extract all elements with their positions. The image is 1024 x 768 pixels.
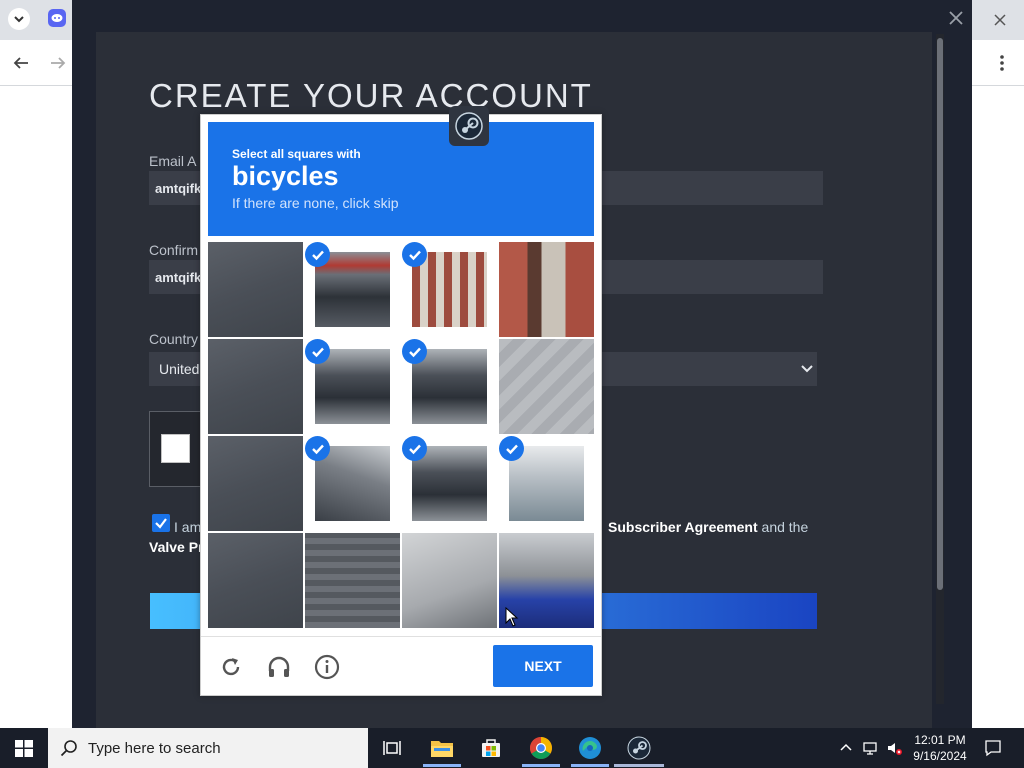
- info-icon[interactable]: [314, 654, 340, 680]
- folder-icon: [431, 741, 453, 757]
- chrome-icon: [530, 737, 552, 759]
- captcha-tile[interactable]: [305, 242, 400, 337]
- chevron-down-icon: [14, 16, 24, 23]
- privacy-policy-link[interactable]: Valve Pr: [149, 539, 204, 555]
- search-icon: [60, 740, 77, 757]
- back-arrow-icon[interactable]: [12, 54, 30, 72]
- tile-selected-check-icon: [499, 436, 524, 461]
- captcha-tile-image: [402, 533, 497, 628]
- clock-time: 12:01 PM: [914, 733, 966, 747]
- notification-icon[interactable]: [984, 739, 1002, 757]
- task-view-icon: [383, 741, 401, 755]
- headphones-icon[interactable]: [266, 654, 292, 680]
- chevron-up-icon[interactable]: [838, 740, 854, 756]
- close-dialog-icon[interactable]: [946, 8, 966, 28]
- steam-icon: [455, 112, 483, 140]
- agree-checkbox[interactable]: [152, 514, 170, 532]
- running-indicator: [571, 764, 609, 767]
- scrollbar-thumb[interactable]: [937, 38, 943, 590]
- captcha-tile[interactable]: [499, 242, 594, 337]
- captcha-tile[interactable]: [402, 533, 497, 628]
- captcha-tile-image: [208, 533, 303, 628]
- windows-start-icon[interactable]: [15, 740, 33, 757]
- captcha-tile[interactable]: [499, 339, 594, 434]
- edge-button[interactable]: [576, 734, 604, 762]
- microsoft-store-button[interactable]: [477, 734, 505, 762]
- agree-text-end: Subscriber Agreement and the: [608, 519, 808, 535]
- captcha-tile[interactable]: [305, 436, 400, 531]
- captcha-hint: If there are none, click skip: [232, 195, 399, 211]
- steam-logo: [449, 106, 489, 146]
- captcha-tile[interactable]: [208, 436, 303, 531]
- page-title: CREATE YOUR ACCOUNT: [149, 77, 593, 114]
- captcha-header: Select all squares with bicycles If ther…: [208, 122, 594, 236]
- clock-date: 9/16/2024: [913, 749, 967, 763]
- more-menu-icon[interactable]: [996, 53, 1008, 73]
- chevron-down-icon: [801, 365, 813, 373]
- captcha-tile[interactable]: [402, 436, 497, 531]
- country-value: United: [159, 361, 200, 377]
- task-view-button[interactable]: [378, 734, 406, 762]
- mouse-cursor-icon: [505, 607, 519, 627]
- captcha-tile-image: [208, 242, 303, 337]
- confirm-email-label: Confirm: [149, 242, 199, 258]
- network-icon[interactable]: [862, 740, 878, 756]
- taskbar-search-box[interactable]: Type here to search: [48, 728, 368, 768]
- forward-arrow-icon[interactable]: [49, 54, 67, 72]
- tile-selected-check-icon: [402, 436, 427, 461]
- tile-selected-check-icon: [402, 242, 427, 267]
- file-explorer-button[interactable]: [428, 734, 456, 762]
- discord-tab-icon[interactable]: [48, 9, 66, 27]
- agree-text-start: I am: [174, 519, 202, 535]
- screen: CREATE YOUR ACCOUNT Email A amtqifk Conf…: [0, 0, 1024, 768]
- captcha-tile[interactable]: [499, 436, 594, 531]
- email-label: Email A: [149, 153, 197, 169]
- search-placeholder: Type here to search: [88, 740, 221, 757]
- captcha-instruction: Select all squares with: [232, 147, 361, 161]
- volume-muted-icon[interactable]: [886, 740, 902, 756]
- captcha-tile[interactable]: [305, 339, 400, 434]
- running-indicator: [423, 764, 461, 767]
- discord-icon: [51, 14, 63, 22]
- agree-and-text: and the: [761, 519, 809, 535]
- next-button[interactable]: NEXT: [493, 645, 593, 687]
- captcha-tile[interactable]: [402, 339, 497, 434]
- captcha-tile-image: [499, 339, 594, 434]
- chrome-button[interactable]: [527, 734, 555, 762]
- windows-taskbar: Type here to search 12:01 PM 9/16/2024: [0, 728, 1024, 768]
- tile-selected-check-icon: [305, 242, 330, 267]
- subscriber-agreement-link[interactable]: Subscriber Agreement: [608, 519, 758, 535]
- steam-taskbar-button[interactable]: [625, 734, 653, 762]
- captcha-target: bicycles: [232, 161, 339, 191]
- email-value: amtqifk: [155, 181, 202, 196]
- reload-icon[interactable]: [218, 654, 244, 680]
- captcha-tile[interactable]: [208, 533, 303, 628]
- system-clock[interactable]: 12:01 PM 9/16/2024: [908, 732, 972, 764]
- steam-icon: [627, 736, 651, 760]
- tab-search-button[interactable]: [8, 8, 30, 30]
- captcha-tile-image: [499, 242, 594, 337]
- captcha-tile-image: [208, 339, 303, 434]
- captcha-footer-divider: [201, 636, 601, 637]
- tile-selected-check-icon: [402, 339, 427, 364]
- close-window-icon[interactable]: [990, 10, 1010, 30]
- confirm-email-value: amtqifk: [155, 270, 202, 285]
- running-indicator-active: [614, 764, 664, 767]
- country-label: Country: [149, 331, 199, 347]
- checkmark-icon: [155, 518, 167, 529]
- tile-selected-check-icon: [305, 436, 330, 461]
- captcha-tile[interactable]: [402, 242, 497, 337]
- captcha-tile-image: [305, 533, 400, 628]
- captcha-tile[interactable]: [208, 339, 303, 434]
- tile-selected-check-icon: [305, 339, 330, 364]
- edge-icon: [579, 737, 601, 759]
- captcha-tile[interactable]: [208, 242, 303, 337]
- store-icon: [482, 739, 500, 757]
- captcha-tile[interactable]: [305, 533, 400, 628]
- captcha-tile-image: [208, 436, 303, 531]
- running-indicator: [522, 764, 560, 767]
- recaptcha-checkbox[interactable]: [161, 434, 190, 463]
